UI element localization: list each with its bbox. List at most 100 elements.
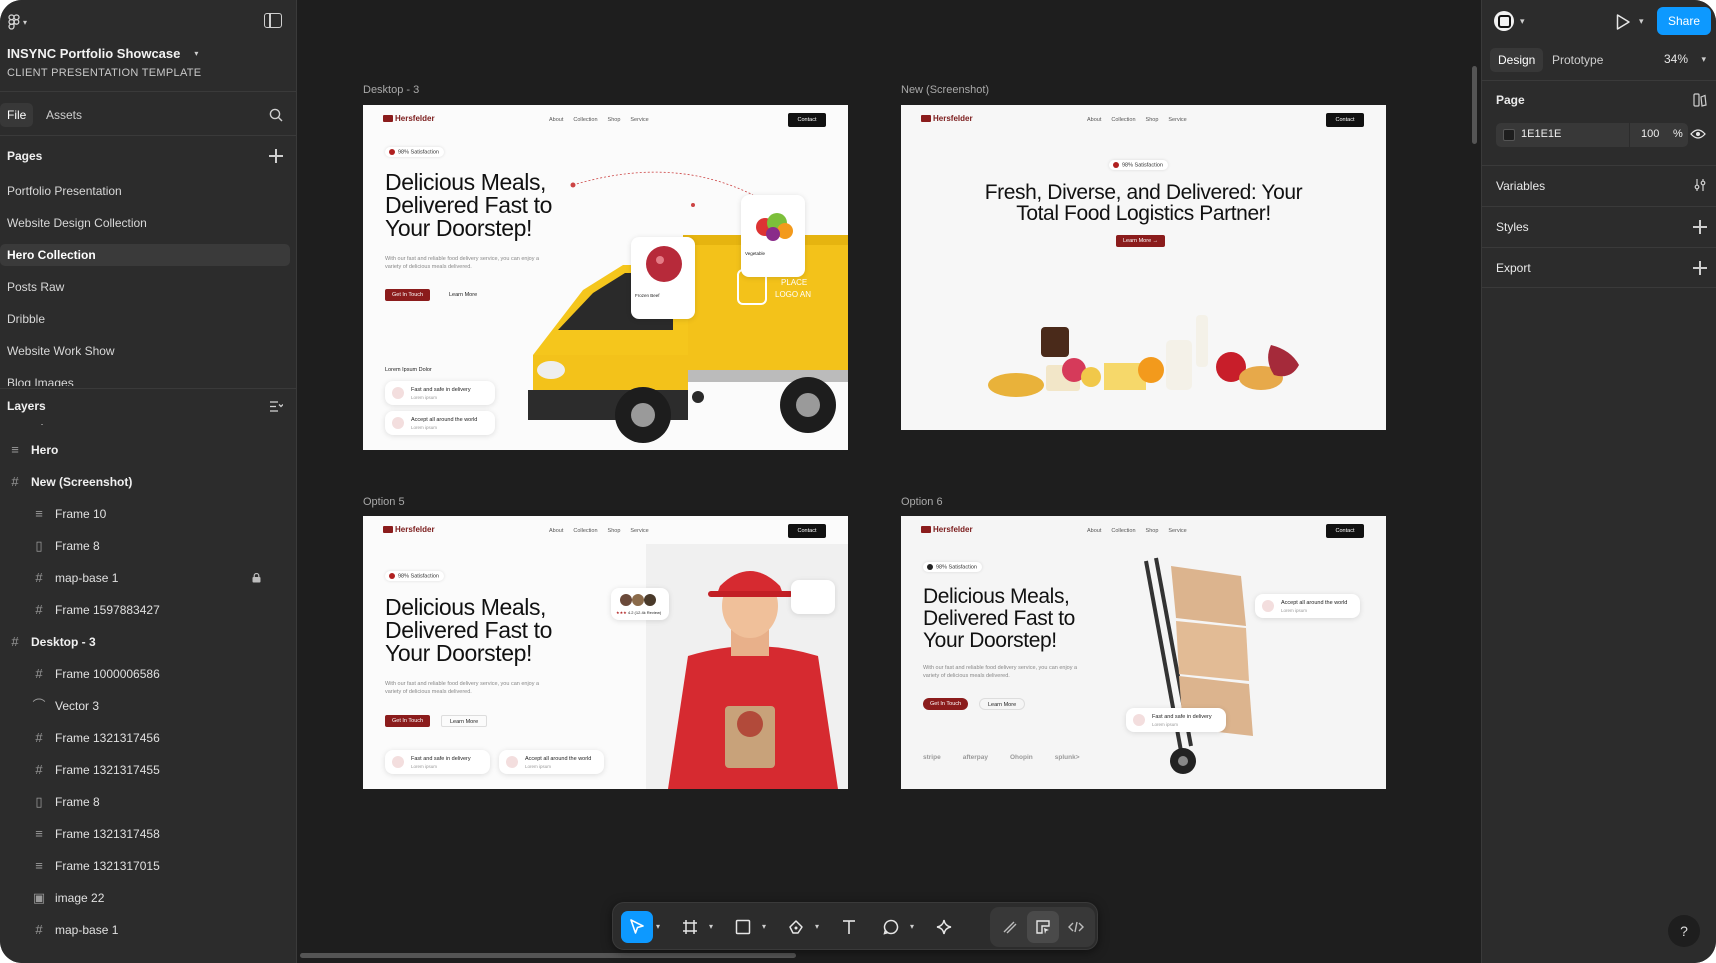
layer-row[interactable]: ▯ Frame 8 <box>0 788 297 816</box>
eye-icon[interactable] <box>1690 128 1706 140</box>
layer-row[interactable]: # New (Screenshot) <box>0 468 297 496</box>
rectangle-tool-button[interactable] <box>727 911 759 943</box>
brand-logo: Hersfelder <box>921 114 973 123</box>
layer-row[interactable]: ▣ image 22 <box>0 884 297 912</box>
sidebar-toggle-icon[interactable] <box>264 13 282 28</box>
tab-file[interactable]: File <box>0 103 34 127</box>
page-item[interactable]: Portfolio Presentation <box>0 180 290 202</box>
page-item[interactable]: Website Design Collection <box>0 212 290 234</box>
chevron-down-icon[interactable]: ▾ <box>709 923 717 931</box>
mockup-nav-links: About Collection Shop Service <box>549 117 649 123</box>
left-panel-top: ▾ <box>0 0 297 44</box>
share-button[interactable]: Share <box>1657 7 1711 35</box>
frame-desktop-3[interactable]: Hersfelder About Collection Shop Service… <box>363 105 848 450</box>
frame-label[interactable]: Desktop - 3 <box>363 84 419 96</box>
feature-card: Accept all around the world Lorem ipsum <box>385 411 495 435</box>
canvas[interactable]: Desktop - 3 Hersfelder About Collection … <box>298 0 1481 963</box>
frame-option-5[interactable]: Hersfelder About Collection Shop Service… <box>363 516 848 789</box>
chevron-down-icon[interactable]: ▾ <box>1701 54 1706 65</box>
add-style-icon[interactable] <box>1693 220 1707 234</box>
collapse-layers-icon[interactable] <box>269 400 283 413</box>
chevron-down-icon[interactable]: ▾ <box>815 923 823 931</box>
tab-prototype[interactable]: Prototype <box>1544 48 1611 72</box>
layer-row[interactable]: ⌒ Vector 3 <box>0 692 297 720</box>
feature-card: Fast and safe in delivery Lorem ipsum <box>385 381 495 405</box>
layer-row[interactable]: # map-base 1 <box>0 916 297 944</box>
file-title[interactable]: INSYNC Portfolio Showcase ▾ <box>7 46 198 61</box>
rating-card: ★★★ 4.2 (12.4k Review) <box>611 588 669 620</box>
nav-link: About <box>1087 117 1102 123</box>
layer-row[interactable]: # Frame 1321317455 <box>0 756 297 784</box>
frame-label[interactable]: Option 5 <box>363 496 405 508</box>
frame-option-6[interactable]: Hersfelder About Collection Shop Service… <box>901 516 1386 789</box>
library-icon[interactable] <box>1693 93 1707 107</box>
frame-icon: # <box>35 602 43 617</box>
zoom-level[interactable]: 34% <box>1664 52 1688 66</box>
comment-tool-button[interactable] <box>875 911 907 943</box>
dev-mode-button[interactable] <box>1060 911 1092 943</box>
add-page-icon[interactable] <box>269 149 283 163</box>
layer-row[interactable]: ≡ Frame 1321317015 <box>0 852 297 880</box>
design-mode-button[interactable] <box>1027 911 1059 943</box>
layer-row[interactable]: ≡ Frame 10 <box>0 500 297 528</box>
layer-row[interactable]: # map-base 1 <box>0 564 297 592</box>
horizontal-scrollbar[interactable] <box>300 953 796 958</box>
add-export-icon[interactable] <box>1693 261 1707 275</box>
nav-link: Collection <box>573 117 598 123</box>
layers-heading: Layers <box>7 399 46 413</box>
layer-row[interactable]: ▯ Frame 8 <box>0 532 297 560</box>
layer-row[interactable]: ≡ Frame 1321317458 <box>0 820 297 848</box>
beef-image <box>646 246 682 282</box>
layer-row[interactable]: # Desktop - 3 <box>0 628 297 656</box>
hero-headline: Fresh, Diverse, and Delivered: Your Tota… <box>901 182 1386 224</box>
layers-list: # Option 4 ≡ Hero # New (Screenshot) ≡ Frame 10… <box>0 424 297 963</box>
layer-row[interactable]: # Frame 1000006586 <box>0 660 297 688</box>
text-tool-button[interactable] <box>833 911 865 943</box>
help-button[interactable]: ? <box>1668 915 1700 947</box>
chevron-down-icon[interactable]: ▾ <box>910 923 918 931</box>
actions-tool-button[interactable] <box>928 911 960 943</box>
feature-card: Accept all around the world Lorem ipsum <box>1255 594 1360 618</box>
layer-label: map-base 1 <box>55 571 119 585</box>
frame-tool-button[interactable] <box>674 911 706 943</box>
frame-new-screenshot[interactable]: Hersfelder About Collection Shop Service… <box>901 105 1386 430</box>
cursor-icon <box>630 919 644 934</box>
present-play-icon[interactable] <box>1615 13 1631 31</box>
brand-mark-icon <box>383 526 393 533</box>
pen-tool-button[interactable] <box>780 911 812 943</box>
layer-row[interactable]: # Option 4 <box>0 424 297 432</box>
page-item[interactable]: Dribble <box>0 308 290 330</box>
chevron-down-icon[interactable]: ▾ <box>1520 16 1525 27</box>
vertical-scrollbar[interactable] <box>1472 66 1477 144</box>
layer-row[interactable]: ≡ Hero <box>0 436 297 464</box>
tab-assets[interactable]: Assets <box>39 103 89 127</box>
search-icon[interactable] <box>269 108 283 122</box>
feature-sub: Lorem ipsum <box>411 425 438 430</box>
page-color-field[interactable]: 1E1E1E 100 % <box>1496 123 1688 147</box>
page-item[interactable]: Website Work Show <box>0 340 290 362</box>
lock-icon[interactable] <box>252 573 261 583</box>
tab-design[interactable]: Design <box>1490 48 1544 72</box>
page-opacity-value[interactable]: 100 <box>1641 128 1659 140</box>
color-swatch[interactable] <box>1503 129 1515 141</box>
page-item[interactable]: Blog Images <box>0 372 290 386</box>
main-menu-button[interactable]: ▾ <box>8 12 36 32</box>
move-tool-button[interactable] <box>621 911 653 943</box>
chevron-down-icon[interactable]: ▾ <box>1639 16 1644 27</box>
page-item[interactable]: Posts Raw <box>0 276 290 298</box>
bottom-toolbar: ▾ ▾ ▾ ▾ ▾ <box>612 902 1098 950</box>
user-avatar[interactable] <box>1494 11 1514 31</box>
frame-label[interactable]: Option 6 <box>901 496 943 508</box>
reviewer-avatars <box>620 594 656 606</box>
cta-secondary: Learn More <box>979 698 1026 710</box>
layer-row[interactable]: # Frame 1321317456 <box>0 724 297 752</box>
draw-mode-button[interactable] <box>994 911 1026 943</box>
chevron-down-icon[interactable]: ▾ <box>762 923 770 931</box>
layer-row[interactable]: # Frame 1597883427 <box>0 596 297 624</box>
frame-icon: # <box>35 762 43 777</box>
chevron-down-icon[interactable]: ▾ <box>656 923 664 931</box>
page-item-active[interactable]: Hero Collection <box>0 244 290 266</box>
page-color-hex[interactable]: 1E1E1E <box>1521 128 1561 140</box>
variables-settings-icon[interactable] <box>1693 178 1707 192</box>
frame-label[interactable]: New (Screenshot) <box>901 84 989 96</box>
